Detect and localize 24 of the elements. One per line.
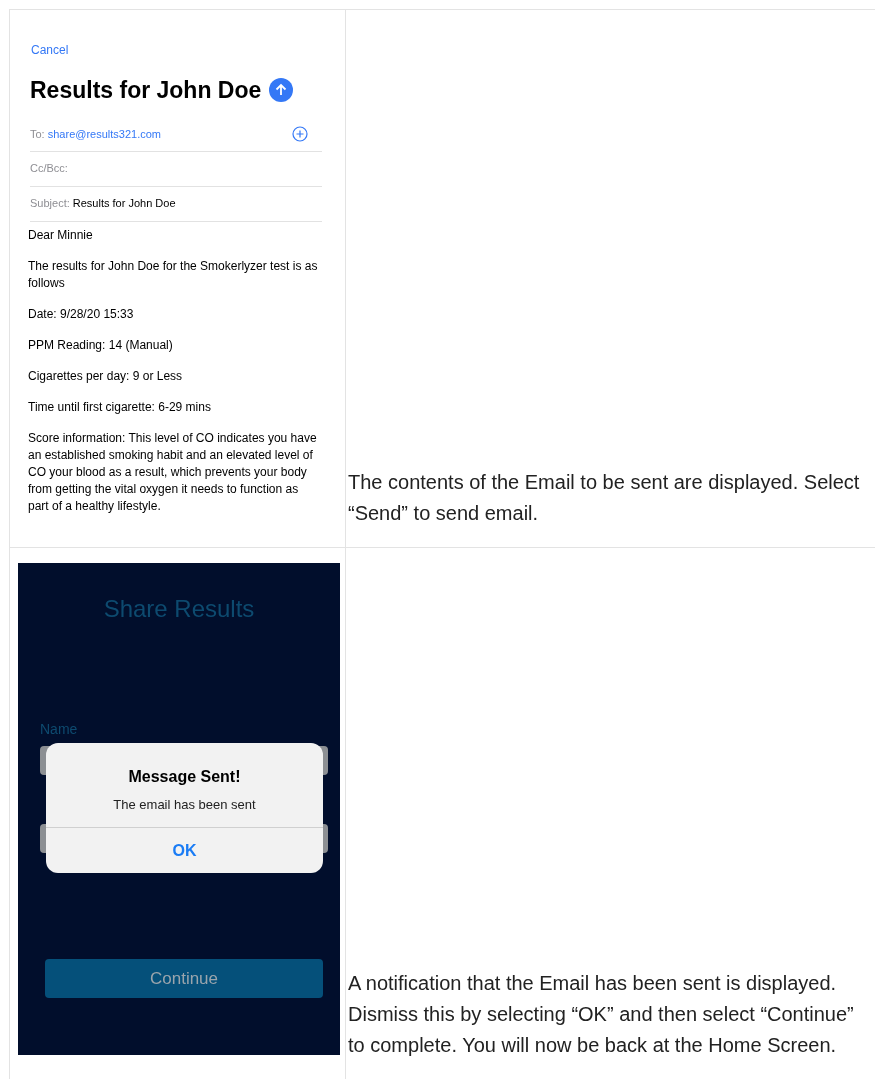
continue-button[interactable]: Continue [45, 959, 323, 998]
body-paragraph: The results for John Doe for the Smokerlyzer test is as follows [28, 257, 318, 292]
cancel-link[interactable]: Cancel [31, 41, 69, 59]
body-paragraph: Score information: This level of CO indicates you have an established smoking habit and an elevated level of CO your blood as a result, which prevents your body from getting the vital oxygen it needs to function as part of a healthy lifestyle. [28, 429, 318, 515]
screen-title: Share Results [103, 594, 255, 624]
cc-bcc-field[interactable]: Cc/Bcc: [30, 160, 68, 177]
instruction-text: The contents of the Email to be sent are displayed. Select “Send” to send email. [348, 470, 861, 526]
alert-message: The email has been sent [113, 796, 256, 814]
to-field[interactable]: To: share@results321.com [30, 125, 161, 143]
body-paragraph: Cigarettes per day: 9 or Less [28, 367, 184, 385]
ok-button[interactable]: OK [156, 838, 213, 863]
body-paragraph: PPM Reading: 14 (Manual) [28, 336, 174, 354]
up-arrow-icon [274, 83, 289, 98]
subject-field[interactable]: Subject: Results for John Doe [30, 195, 176, 212]
body-paragraph: Dear Minnie [28, 226, 94, 244]
name-label: Name [40, 720, 78, 739]
email-title: Results for John Doe [30, 76, 262, 105]
instruction-text: A notification that the Email has been sent is displayed. Dismiss this by selecting “OK” and then select “Continue” to complete. You will now be back at the Home Screen. [348, 971, 855, 1058]
body-paragraph: Date: 9/28/20 15:33 [28, 305, 135, 323]
add-recipient-button[interactable] [292, 126, 308, 142]
body-paragraph: Time until first cigarette: 6-29 mins [28, 398, 212, 416]
alert-title: Message Sent! [128, 767, 241, 787]
send-button[interactable] [269, 78, 294, 103]
plus-icon [292, 126, 308, 142]
